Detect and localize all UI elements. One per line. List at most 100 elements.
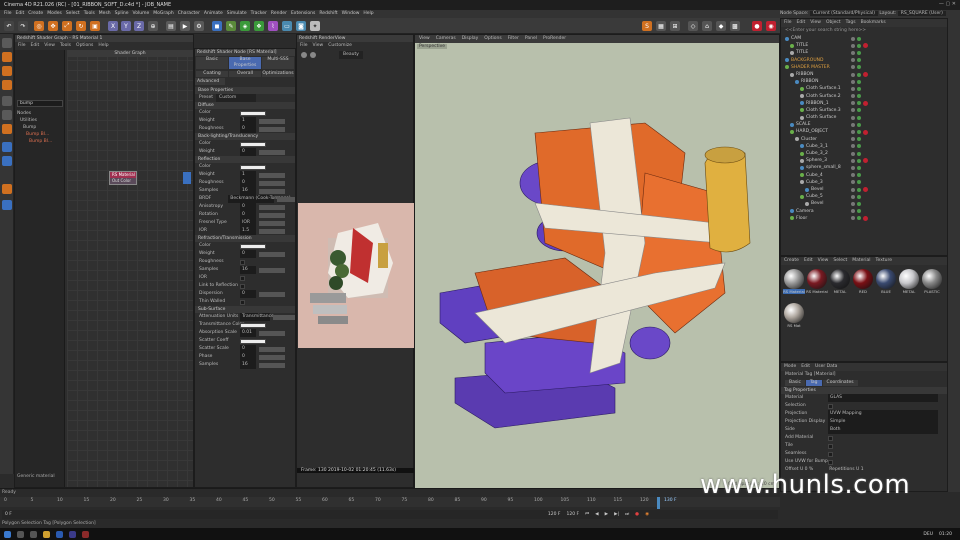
material-thumbnail[interactable]: PLASTIC bbox=[921, 269, 943, 299]
reflection-samples-slider[interactable] bbox=[259, 188, 285, 194]
play-icon[interactable] bbox=[301, 52, 307, 58]
attr-projection-value[interactable]: UVW Mapping bbox=[828, 410, 938, 418]
menu-mesh[interactable]: Mesh bbox=[99, 10, 111, 18]
menu-select[interactable]: Select bbox=[66, 10, 80, 18]
menu-file[interactable]: File bbox=[4, 10, 12, 18]
reflection-rotation-slider[interactable] bbox=[259, 212, 285, 218]
attr-seamless-checkbox[interactable] bbox=[828, 451, 833, 457]
material-tag-icon[interactable] bbox=[863, 72, 868, 78]
search-icon[interactable] bbox=[17, 530, 24, 538]
workplane-icon[interactable]: ▦ bbox=[656, 21, 666, 31]
start-icon[interactable] bbox=[4, 530, 11, 538]
sculpt-icon[interactable] bbox=[2, 200, 12, 210]
coord-system-icon[interactable]: ⊕ bbox=[148, 21, 158, 31]
material-tag-icon[interactable] bbox=[863, 100, 868, 106]
tab-overall[interactable]: Overall bbox=[229, 71, 261, 77]
check-icon[interactable] bbox=[857, 58, 861, 63]
axis-icon[interactable] bbox=[2, 184, 12, 194]
z-axis-button[interactable]: Z bbox=[134, 21, 144, 31]
reflection-roughness-value[interactable]: 0 bbox=[240, 179, 256, 187]
goto-start-icon[interactable]: ⏮ bbox=[585, 510, 589, 519]
polygon-mode-icon[interactable] bbox=[2, 124, 12, 134]
attr-material-value[interactable]: GLAS bbox=[828, 394, 938, 402]
sss-color-swatch[interactable] bbox=[240, 338, 266, 344]
object-row[interactable]: Cloth Surface.1 bbox=[781, 85, 947, 92]
goto-end-icon[interactable]: ⏭ bbox=[625, 510, 629, 519]
edge-mode-icon[interactable] bbox=[2, 110, 12, 120]
viewport-menu-filter[interactable]: Filter bbox=[508, 35, 519, 43]
menu-modes[interactable]: Modes bbox=[47, 10, 62, 18]
refraction-samples-slider[interactable] bbox=[259, 267, 285, 273]
viewport-menu-cameras[interactable]: Cameras bbox=[436, 35, 456, 43]
diffuse-weight-slider[interactable] bbox=[259, 118, 285, 124]
om-menu-tags[interactable]: Tags bbox=[846, 19, 856, 27]
refraction-weight-value[interactable]: 0 bbox=[240, 250, 256, 258]
tab-tag[interactable]: Tag bbox=[805, 380, 822, 386]
window-controls[interactable]: — ▢ ✕ bbox=[939, 0, 956, 8]
reflection-samples-value[interactable]: 16 bbox=[240, 187, 256, 195]
redshift-ipr-icon[interactable]: ● bbox=[752, 21, 762, 31]
check-icon[interactable] bbox=[857, 180, 861, 185]
am-menu-user-data[interactable]: User Data bbox=[815, 363, 837, 371]
visibility-icon[interactable] bbox=[851, 50, 855, 55]
visibility-icon[interactable] bbox=[851, 43, 855, 48]
menu-tracker[interactable]: Tracker bbox=[251, 10, 267, 18]
explorer-icon[interactable] bbox=[43, 530, 50, 538]
object-row[interactable]: RIBBON bbox=[781, 78, 947, 85]
material-thumbnail[interactable]: RS Material bbox=[806, 269, 828, 299]
reflection-fresnel-type-value[interactable]: IOR bbox=[240, 219, 256, 227]
subdivision-icon[interactable]: ◈ bbox=[240, 21, 250, 31]
object-row[interactable]: Cube_4 bbox=[781, 172, 947, 179]
sss-phase-slider[interactable] bbox=[259, 354, 285, 360]
texture-mode-icon[interactable]: ▩ bbox=[730, 21, 740, 31]
om-menu-object[interactable]: Object bbox=[826, 19, 841, 27]
visibility-icon[interactable] bbox=[851, 130, 855, 135]
diffuse-weight-value[interactable]: 1 bbox=[240, 117, 256, 125]
tab-base-properties[interactable]: Base Properties bbox=[229, 57, 261, 69]
visibility-icon[interactable] bbox=[851, 58, 855, 63]
visibility-icon[interactable] bbox=[851, 86, 855, 91]
reflection-anisotropy-slider[interactable] bbox=[259, 204, 285, 210]
workplane-mode-icon[interactable] bbox=[2, 80, 12, 90]
axis-mode-icon[interactable]: ◇ bbox=[688, 21, 698, 31]
am-menu-mode[interactable]: Mode bbox=[784, 363, 796, 371]
tab-basic[interactable]: Basic bbox=[196, 57, 228, 69]
object-row[interactable]: Cube_5 bbox=[781, 193, 947, 200]
viewport-menu-prorender[interactable]: ProRender bbox=[543, 35, 566, 43]
material-thumbnail[interactable]: BLUE bbox=[875, 269, 897, 299]
tab-coordinates[interactable]: Coordinates bbox=[822, 380, 858, 386]
object-row[interactable]: Sphere_3 bbox=[781, 157, 947, 164]
object-row[interactable]: Cloth Surface.2 bbox=[781, 93, 947, 100]
attr-tile-checkbox[interactable] bbox=[828, 443, 833, 449]
menu-extensions[interactable]: Extensions bbox=[291, 10, 315, 18]
visibility-icon[interactable] bbox=[851, 115, 855, 120]
solo-icon[interactable] bbox=[2, 142, 12, 152]
check-icon[interactable] bbox=[857, 187, 861, 192]
live-selection-icon[interactable]: ◎ bbox=[34, 21, 44, 31]
sss-samples-slider[interactable] bbox=[259, 362, 285, 368]
rs-material-node[interactable]: RS Material Out Color bbox=[109, 171, 137, 185]
aov-select[interactable]: Beauty bbox=[339, 51, 363, 59]
rotate-icon[interactable]: ↻ bbox=[76, 21, 86, 31]
sss-section-header[interactable]: Sub-Surface bbox=[195, 306, 295, 313]
output-node[interactable] bbox=[183, 172, 191, 184]
material-thumbnail[interactable]: RS Mat bbox=[783, 303, 805, 333]
autokey-icon[interactable]: ◉ bbox=[645, 510, 649, 519]
menu-mograph[interactable]: MoGraph bbox=[153, 10, 173, 18]
check-icon[interactable] bbox=[857, 201, 861, 206]
reflection-fresnel-type-slider[interactable] bbox=[259, 220, 285, 226]
browser-icon[interactable] bbox=[56, 530, 63, 538]
node-tree-item[interactable]: Nodes bbox=[17, 110, 63, 117]
node-tree-item[interactable]: Bump Bl... bbox=[17, 138, 63, 145]
light-icon[interactable]: ✦ bbox=[310, 21, 320, 31]
sg-menu-edit[interactable]: Edit bbox=[31, 42, 40, 50]
task-view-icon[interactable] bbox=[30, 530, 37, 538]
render-settings-icon[interactable]: ⚙ bbox=[194, 21, 204, 31]
sss-absorption-scale-value[interactable]: 0.01 bbox=[240, 329, 256, 337]
tab-coating[interactable]: Coating bbox=[196, 71, 228, 77]
sss-attenuation-units-slider[interactable] bbox=[273, 314, 295, 320]
lock-icon[interactable]: ⌂ bbox=[702, 21, 712, 31]
refraction-weight-slider[interactable] bbox=[259, 251, 285, 257]
menu-simulate[interactable]: Simulate bbox=[227, 10, 247, 18]
object-row[interactable]: Bevel bbox=[781, 200, 947, 207]
